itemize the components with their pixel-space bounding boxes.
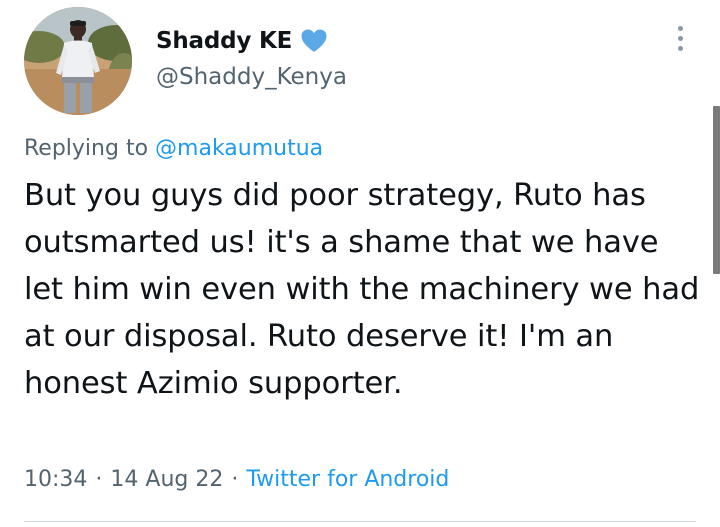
tweet-text: But you guys did poor strategy, Ruto has… <box>24 178 700 401</box>
replying-to-label: Replying to <box>24 136 149 161</box>
author-display-name[interactable]: Shaddy KE <box>156 28 292 54</box>
scrollbar[interactable] <box>713 106 720 274</box>
tweet-detail: Shaddy KE @Shaddy_Kenya Replying to @mak… <box>0 0 720 527</box>
more-dot <box>677 35 683 41</box>
separator-dot: · <box>95 467 103 492</box>
author-name-row[interactable]: Shaddy KE <box>156 25 328 57</box>
avatar[interactable] <box>24 7 132 115</box>
more-dot <box>677 45 683 51</box>
separator-dot: · <box>231 467 239 492</box>
tweet-source-link[interactable]: Twitter for Android <box>246 467 449 492</box>
reply-mention-link[interactable]: @makaumutua <box>155 136 323 161</box>
divider <box>24 521 696 522</box>
tweet-date[interactable]: 14 Aug 22 <box>110 467 223 492</box>
tweet-metadata: 10:34 · 14 Aug 22 · Twitter for Android <box>24 467 449 492</box>
tweet-time[interactable]: 10:34 <box>24 467 87 492</box>
more-options-icon[interactable] <box>666 20 694 56</box>
replying-to: Replying to @makaumutua <box>24 136 323 161</box>
author-handle[interactable]: @Shaddy_Kenya <box>156 64 347 90</box>
more-dot <box>677 25 683 31</box>
verified-heart-icon <box>300 27 328 55</box>
